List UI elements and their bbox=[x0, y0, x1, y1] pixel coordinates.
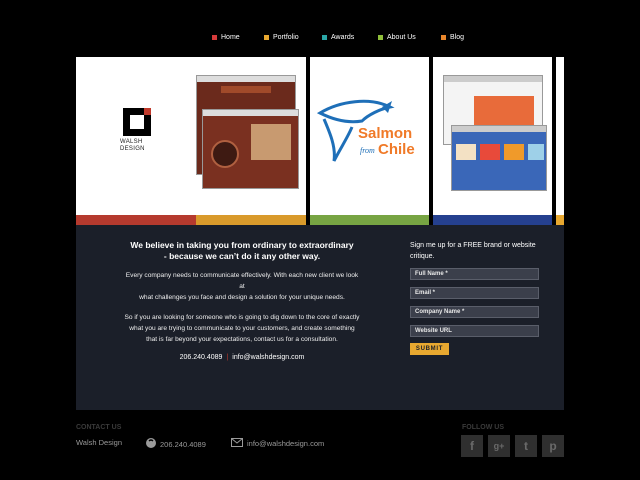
slide-walsh-design[interactable]: WALSH DESIGN bbox=[76, 57, 306, 225]
footer-phone: 206.240.4089 bbox=[146, 438, 206, 450]
paragraph-line: Every company needs to communicate effec… bbox=[125, 272, 359, 279]
separator: | bbox=[226, 354, 229, 361]
nav-item-label: About Us bbox=[387, 34, 416, 41]
nav-item-awards[interactable]: Awards bbox=[322, 34, 354, 41]
phone-number: 206.240.4089 bbox=[179, 354, 223, 361]
slide-website-mockups[interactable] bbox=[433, 57, 552, 225]
salmon-logo-from: from bbox=[360, 146, 375, 155]
headline-line: We believe in taking you from ordinary t… bbox=[130, 240, 354, 250]
twitter-icon[interactable]: t bbox=[515, 435, 537, 457]
headline-line: - because we can’t do it any other way. bbox=[163, 251, 321, 261]
footer-email[interactable]: info@walshdesign.com bbox=[231, 438, 324, 449]
slide-color-stripe bbox=[433, 215, 552, 225]
full-name-field[interactable]: Full Name * bbox=[410, 268, 539, 280]
nav-item-blog[interactable]: Blog bbox=[441, 34, 464, 41]
follow-us-title: FOLLOW US bbox=[462, 424, 504, 431]
nav-square-icon bbox=[441, 35, 446, 40]
salmon-logo-subtitle: Chile bbox=[378, 141, 415, 158]
intro-paragraph: Every company needs to communicate effec… bbox=[76, 270, 408, 303]
website-url-field[interactable]: Website URL bbox=[410, 325, 539, 337]
nav-square-icon bbox=[212, 35, 217, 40]
slide-next-partial[interactable] bbox=[556, 57, 564, 225]
nav-item-portfolio[interactable]: Portfolio bbox=[264, 34, 299, 41]
nav-square-icon bbox=[378, 35, 383, 40]
signup-title-line: Sign me up for a FREE brand or website bbox=[410, 242, 536, 249]
slide-color-stripe bbox=[76, 215, 196, 225]
email-field[interactable]: Email * bbox=[410, 287, 539, 299]
consultation-paragraph: So if you are looking for someone who is… bbox=[76, 312, 408, 345]
nav-item-label: Portfolio bbox=[273, 34, 299, 41]
nav-item-home[interactable]: Home bbox=[212, 34, 240, 41]
signup-title: Sign me up for a FREE brand or website c… bbox=[410, 240, 550, 262]
website-screenshot-mock bbox=[202, 109, 299, 189]
envelope-icon bbox=[231, 438, 243, 449]
facebook-icon[interactable]: f bbox=[461, 435, 483, 457]
walsh-design-logo bbox=[123, 108, 151, 136]
salmon-logo-title: Salmon bbox=[358, 125, 413, 142]
intro-section: We believe in taking you from ordinary t… bbox=[76, 225, 564, 410]
paragraph-line: So if you are looking for someone who is… bbox=[124, 314, 360, 321]
nav-square-icon bbox=[322, 35, 327, 40]
nav-square-icon bbox=[264, 35, 269, 40]
walsh-logo-text: WALSH DESIGN bbox=[120, 139, 145, 152]
paragraph-line: what challenges you face and design a so… bbox=[139, 294, 345, 301]
pinterest-icon[interactable]: p bbox=[542, 435, 564, 457]
company-name-field[interactable]: Company Name * bbox=[410, 306, 539, 318]
paragraph-line: at bbox=[239, 283, 245, 290]
google-plus-icon[interactable]: g+ bbox=[488, 435, 510, 457]
slide-color-stripe bbox=[556, 215, 564, 225]
footer-phone-text: 206.240.4089 bbox=[160, 439, 206, 449]
nav-item-label: Blog bbox=[450, 34, 465, 41]
nav-item-label: Awards bbox=[331, 34, 355, 41]
submit-button[interactable]: SUBMIT bbox=[410, 343, 449, 355]
phone-icon bbox=[146, 438, 156, 450]
email-link[interactable]: info@walshdesign.com bbox=[232, 354, 304, 361]
headline: We believe in taking you from ordinary t… bbox=[76, 240, 408, 262]
paragraph-line: that is far beyond your expectations, co… bbox=[146, 336, 338, 343]
contact-us-title: CONTACT US bbox=[76, 424, 122, 431]
portfolio-slider[interactable]: WALSH DESIGN Salmon from Chile bbox=[76, 57, 564, 225]
paragraph-line: what you are trying to communicate to yo… bbox=[129, 325, 355, 332]
nav-item-about-us[interactable]: About Us bbox=[378, 34, 416, 41]
footer: CONTACT US Walsh Design 206.240.4089 inf… bbox=[0, 410, 640, 480]
footer-company-name: Walsh Design bbox=[76, 438, 122, 447]
signup-title-line: critique. bbox=[410, 253, 435, 260]
nav-item-label: Home bbox=[221, 34, 240, 41]
slide-color-stripe bbox=[196, 215, 306, 225]
main-nav: Home Portfolio Awards About Us Blog bbox=[0, 34, 640, 46]
slide-salmon-from-chile[interactable]: Salmon from Chile bbox=[310, 57, 429, 225]
footer-email-text: info@walshdesign.com bbox=[247, 439, 325, 448]
contact-line: 206.240.4089 | info@walshdesign.com bbox=[76, 354, 408, 361]
website-screenshot-mock bbox=[451, 125, 547, 191]
slide-color-stripe bbox=[310, 215, 429, 225]
